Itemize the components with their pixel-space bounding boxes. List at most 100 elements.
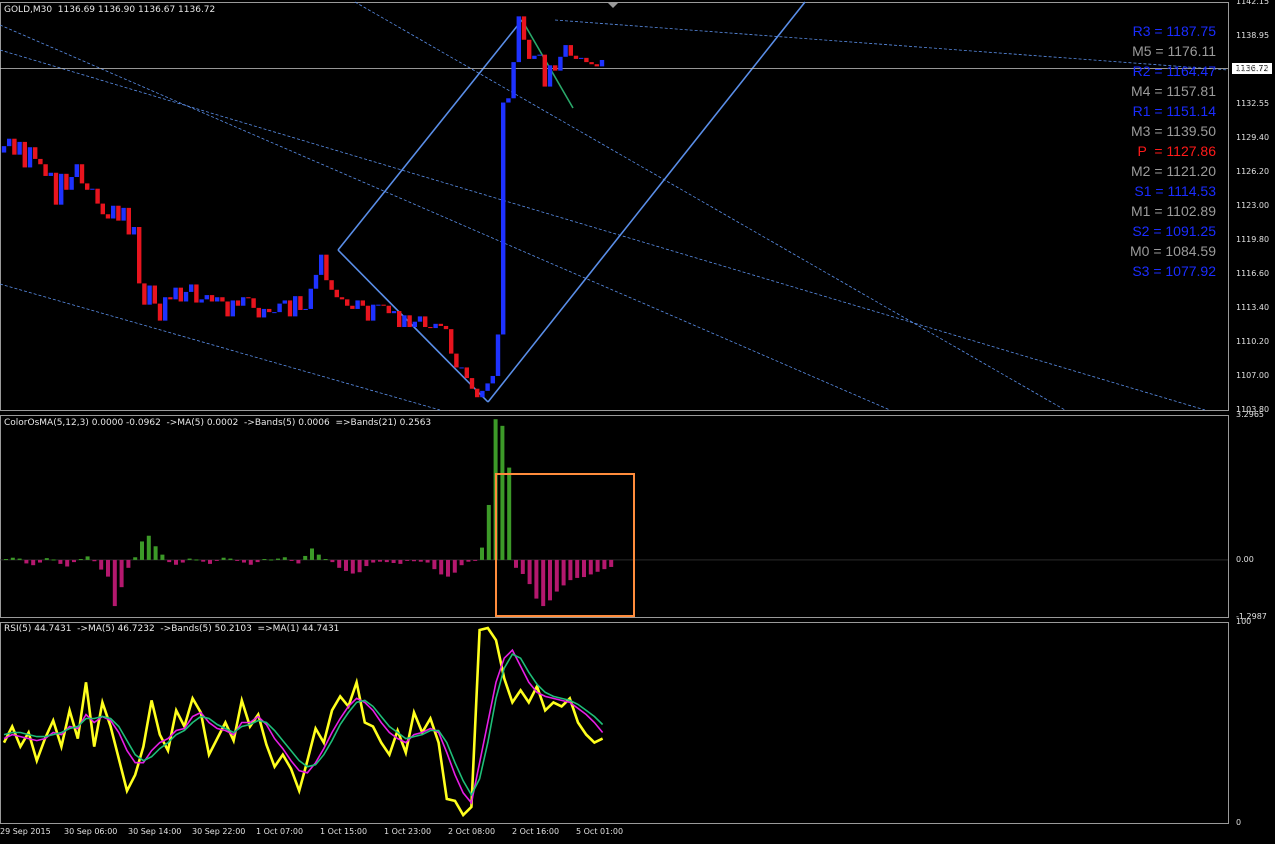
time-tick: 1 Oct 07:00: [256, 827, 304, 836]
osma-bar: [221, 557, 226, 560]
osma-bar: [330, 559, 335, 563]
osma-bar: [58, 559, 63, 564]
osma-bar: [459, 559, 464, 566]
candle: [527, 39, 532, 59]
candle: [542, 54, 547, 87]
osma-bar: [310, 548, 314, 560]
osma-bar: [208, 559, 212, 564]
trend-line-6: [487, 1, 806, 403]
candle: [59, 173, 64, 205]
chart-overlays: [608, 3, 618, 8]
osma-bar: [425, 559, 430, 563]
candle: [454, 353, 459, 368]
symbol-header: GOLD,M30 1136.69 1136.90 1136.67 1136.72: [4, 5, 216, 15]
candle: [584, 57, 589, 63]
candle: [521, 16, 527, 40]
candle: [220, 297, 225, 302]
candle: [469, 378, 475, 389]
trend-line-3: [354, 1, 1066, 411]
candle: [365, 305, 371, 321]
osma-bar: [248, 559, 253, 565]
osma-bar: [99, 559, 104, 570]
osma-bar: [17, 558, 22, 560]
candle: [22, 141, 27, 168]
trend-line-2: [0, 24, 891, 411]
osma-bar: [92, 559, 97, 562]
osma-bar: [350, 559, 355, 574]
osma-bar: [371, 559, 376, 563]
osma-bar: [337, 559, 342, 568]
candle: [329, 280, 334, 290]
osma-bar: [391, 559, 396, 563]
candle: [599, 59, 605, 67]
osma-bar: [133, 557, 138, 560]
trend-lines[interactable]: [0, 1, 1229, 411]
osma-bar: [466, 559, 471, 562]
candle: [563, 45, 568, 57]
osma-bar: [405, 559, 410, 561]
panel-frame-0: [0, 2, 1229, 411]
candle: [381, 304, 386, 306]
trend-line-0: [0, 283, 441, 411]
candle: [105, 214, 111, 219]
candle: [475, 388, 480, 398]
candle: [38, 158, 43, 165]
candle: [339, 297, 345, 300]
candle: [516, 16, 521, 63]
trend-line-4: [554, 19, 1229, 71]
osma-bar: [31, 559, 36, 566]
candle: [480, 390, 485, 398]
time-tick: 1 Oct 23:00: [384, 827, 432, 836]
candle: [355, 300, 360, 309]
osma-bar: [473, 559, 478, 561]
candle: [495, 334, 501, 376]
candle: [85, 183, 90, 190]
candle: [189, 284, 194, 292]
osma-tick: 3.2965: [1236, 410, 1264, 419]
candle: [490, 375, 495, 384]
osma-bar: [289, 559, 294, 561]
candle: [391, 311, 397, 314]
osma-bar: [534, 559, 539, 599]
pivot-level: M5 = 1176.11: [1132, 43, 1216, 59]
time-tick: 29 Sep 2015: [0, 827, 51, 836]
candle: [501, 102, 506, 335]
osma-bar: [378, 559, 382, 562]
rsi-tick: 0: [1236, 818, 1242, 827]
candle: [553, 65, 558, 71]
panel-frame-1: [0, 415, 1229, 618]
osma-bar: [582, 559, 586, 578]
candle: [417, 316, 423, 322]
osma-bar: [568, 559, 573, 581]
osma-bar: [303, 555, 308, 560]
osma-bar: [452, 559, 457, 573]
panel-frames: [0, 2, 1229, 824]
osma-bar: [153, 546, 158, 560]
candle: [345, 299, 350, 306]
osma-bar: [507, 467, 512, 560]
price-tick: 1142.15: [1236, 0, 1270, 6]
osma-histogram: [0, 419, 1228, 617]
candle: [131, 227, 137, 235]
price-tick: 1123.00: [1236, 200, 1270, 210]
osma-bar: [126, 559, 131, 568]
candle: [433, 323, 438, 329]
price-candles: [1, 16, 605, 398]
osma-bar: [174, 559, 178, 565]
candle: [282, 300, 287, 304]
candle: [371, 304, 376, 321]
candle: [272, 312, 277, 314]
time-tick: 30 Sep 22:00: [192, 827, 246, 836]
candle: [449, 329, 454, 354]
candle: [397, 311, 402, 328]
candle: [423, 316, 428, 328]
candle: [12, 138, 17, 155]
candle: [511, 62, 516, 99]
osma-bar: [480, 547, 484, 560]
candle: [485, 383, 490, 391]
candle: [173, 287, 178, 300]
candle: [53, 172, 59, 205]
trend-line-5: [337, 19, 523, 251]
osma-bar: [146, 535, 151, 560]
candle: [459, 367, 464, 369]
